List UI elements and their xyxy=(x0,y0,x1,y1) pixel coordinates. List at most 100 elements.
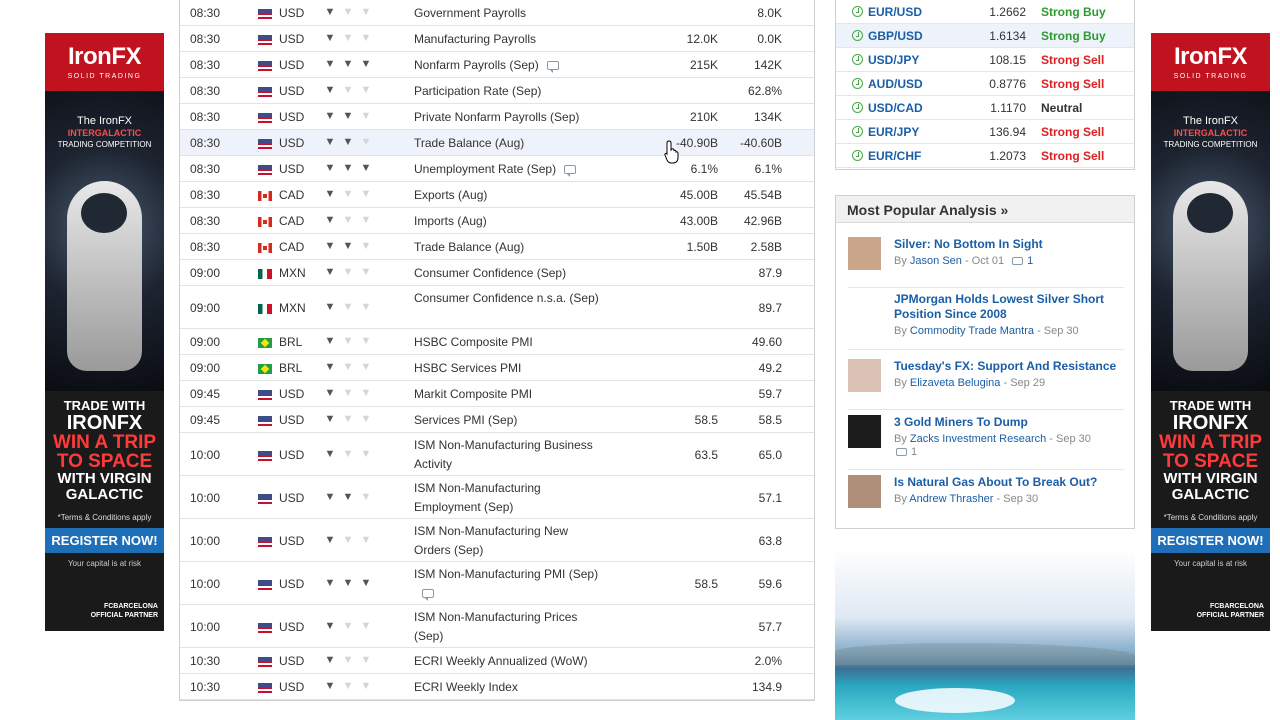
event-name[interactable]: Consumer Confidence n.s.a. (Sep) xyxy=(414,289,599,308)
calendar-row[interactable]: 08:30 USD ▼ ▼ ▼ Government Payrolls 8.0K xyxy=(180,0,814,26)
author-avatar[interactable] xyxy=(848,415,881,448)
calendar-row[interactable]: 08:30 USD ▼ ▼ ▼ Participation Rate (Sep) 62.8% xyxy=(180,78,814,104)
event-name[interactable]: Consumer Confidence (Sep) xyxy=(414,264,599,283)
event-name[interactable]: Trade Balance (Aug) xyxy=(414,238,599,257)
bull-icon: ▼ xyxy=(360,136,372,148)
calendar-row[interactable]: 10:00 USD ▼ ▼ ▼ ISM Non-Manufacturing Employm… xyxy=(180,476,814,519)
article-title-link[interactable]: JPMorgan Holds Lowest Silver Short Posit… xyxy=(894,292,1124,322)
article-title-link[interactable]: 3 Gold Miners To Dump xyxy=(894,415,1124,430)
article-author[interactable]: Jason Sen xyxy=(910,255,962,267)
event-name[interactable]: Trade Balance (Aug) xyxy=(414,134,599,153)
register-now-button[interactable]: REGISTER NOW! xyxy=(45,528,164,553)
article-author[interactable]: Commodity Trade Mantra xyxy=(910,325,1034,337)
article-title-link[interactable]: Tuesday's FX: Support And Resistance xyxy=(894,359,1124,374)
calendar-row[interactable]: 08:30 CAD ▼ ▼ ▼ Imports (Aug) 43.00B 42.96B xyxy=(180,208,814,234)
event-name[interactable]: ISM Non-Manufacturing Employment (Sep) xyxy=(414,479,599,517)
calendar-row[interactable]: 10:00 USD ▼ ▼ ▼ ISM Non-Manufacturing Busines… xyxy=(180,433,814,476)
author-avatar[interactable] xyxy=(848,237,881,270)
comment-icon[interactable] xyxy=(896,448,907,457)
comment-icon[interactable] xyxy=(1012,257,1024,266)
ironfx-ad-right[interactable]: IronFX SOLID TRADING The IronFX INTERGAL… xyxy=(1151,33,1270,631)
event-name[interactable]: ISM Non-Manufacturing PMI (Sep) xyxy=(414,565,599,603)
event-name[interactable]: Government Payrolls xyxy=(414,4,599,23)
signal-row[interactable]: EUR/USD 1.2662 Strong Buy xyxy=(836,0,1134,24)
author-avatar[interactable] xyxy=(848,359,881,392)
article-title-link[interactable]: Is Natural Gas About To Break Out? xyxy=(894,475,1124,490)
event-name-text: ISM Non-Manufacturing Employment (Sep) xyxy=(414,481,541,514)
calendar-row[interactable]: 08:30 USD ▼ ▼ ▼ Trade Balance (Aug) -40.90B -40… xyxy=(180,130,814,156)
signal-row[interactable]: USD/CAD 1.1170 Neutral xyxy=(836,96,1134,120)
calendar-row[interactable]: 09:00 BRL ▼ ▼ ▼ HSBC Composite PMI 49.60 xyxy=(180,329,814,355)
signal-row[interactable]: GBP/USD 1.6134 Strong Buy xyxy=(836,24,1134,48)
calendar-row[interactable]: 10:00 USD ▼ ▼ ▼ ISM Non-Manufacturing Prices … xyxy=(180,605,814,648)
event-time: 09:00 xyxy=(190,301,221,315)
comment-count[interactable]: 1 xyxy=(1027,255,1033,267)
calendar-row[interactable]: 09:00 BRL ▼ ▼ ▼ HSBC Services PMI 49.2 xyxy=(180,355,814,381)
currency-pair-link[interactable]: EUR/JPY xyxy=(868,125,919,139)
importance-rating: ▼ ▼ ▼ xyxy=(324,446,378,460)
currency-pair-link[interactable]: EUR/USD xyxy=(868,5,922,19)
calendar-row[interactable]: 10:30 USD ▼ ▼ ▼ ECRI Weekly Index 134.9 xyxy=(180,674,814,700)
bull-icon: ▼ xyxy=(342,240,354,252)
calendar-row[interactable]: 10:00 USD ▼ ▼ ▼ ISM Non-Manufacturing New Ord… xyxy=(180,519,814,562)
event-name[interactable]: ECRI Weekly Index xyxy=(414,678,599,697)
article-date: Sep 29 xyxy=(1010,377,1046,389)
event-name[interactable]: Unemployment Rate (Sep) xyxy=(414,160,599,179)
calendar-row[interactable]: 09:00 MXN ▼ ▼ ▼ Consumer Confidence (Sep) 87.9 xyxy=(180,260,814,286)
author-avatar[interactable] xyxy=(848,475,881,508)
event-name[interactable]: Services PMI (Sep) xyxy=(414,411,599,430)
event-name[interactable]: Imports (Aug) xyxy=(414,212,599,231)
calendar-row[interactable]: 08:30 CAD ▼ ▼ ▼ Trade Balance (Aug) 1.50B 2.58B xyxy=(180,234,814,260)
currency-pair-link[interactable]: AUD/USD xyxy=(868,77,923,91)
ironfx-ad-left[interactable]: IronFX SOLID TRADING The IronFX INTERGAL… xyxy=(45,33,164,631)
article-author[interactable]: Zacks Investment Research xyxy=(910,433,1046,445)
event-name[interactable]: Participation Rate (Sep) xyxy=(414,82,599,101)
calendar-row[interactable]: 08:30 USD ▼ ▼ ▼ Nonfarm Payrolls (Sep) 215K 142… xyxy=(180,52,814,78)
calendar-row[interactable]: 10:30 USD ▼ ▼ ▼ ECRI Weekly Annualized (WoW) 2… xyxy=(180,648,814,674)
signal-row[interactable]: EUR/JPY 136.94 Strong Sell xyxy=(836,120,1134,144)
event-name[interactable]: HSBC Composite PMI xyxy=(414,333,599,352)
signal-row[interactable]: AUD/USD 0.8776 Strong Sell xyxy=(836,72,1134,96)
event-name[interactable]: Private Nonfarm Payrolls (Sep) xyxy=(414,108,599,127)
calendar-row[interactable]: 08:30 USD ▼ ▼ ▼ Manufacturing Payrolls 12.0K 0.… xyxy=(180,26,814,52)
event-name[interactable]: ISM Non-Manufacturing New Orders (Sep) xyxy=(414,522,599,560)
event-name[interactable]: Markit Composite PMI xyxy=(414,385,599,404)
event-name[interactable]: Nonfarm Payrolls (Sep) xyxy=(414,56,599,75)
calendar-row[interactable]: 09:45 USD ▼ ▼ ▼ Services PMI (Sep) 58.5 58.5 xyxy=(180,407,814,433)
signal-row[interactable]: EUR/CHF 1.2073 Strong Sell xyxy=(836,144,1134,168)
event-name[interactable]: ECRI Weekly Annualized (WoW) xyxy=(414,652,599,671)
event-name[interactable]: HSBC Services PMI xyxy=(414,359,599,378)
event-name[interactable]: ISM Non-Manufacturing Prices (Sep) xyxy=(414,608,599,646)
article-author[interactable]: Elizaveta Belugina xyxy=(910,377,1001,389)
event-name[interactable]: Manufacturing Payrolls xyxy=(414,30,599,49)
most-popular-heading[interactable]: Most Popular Analysis » xyxy=(836,196,1134,223)
currency-pair-link[interactable]: USD/CAD xyxy=(868,101,923,115)
calendar-row[interactable]: 08:30 CAD ▼ ▼ ▼ Exports (Aug) 45.00B 45.54B xyxy=(180,182,814,208)
register-now-button[interactable]: REGISTER NOW! xyxy=(1151,528,1270,553)
article-author[interactable]: Andrew Thrasher xyxy=(909,493,993,505)
calendar-row[interactable]: 08:30 USD ▼ ▼ ▼ Private Nonfarm Payrolls (Sep… xyxy=(180,104,814,130)
currency-pair-link[interactable]: EUR/CHF xyxy=(868,149,921,163)
bull-icon: ▼ xyxy=(324,620,336,632)
comment-count[interactable]: 1 xyxy=(911,446,917,458)
pair-price: 1.2662 xyxy=(989,5,1026,19)
calendar-row[interactable]: 09:00 MXN ▼ ▼ ▼ Consumer Confidence n.s.a. (S… xyxy=(180,286,814,329)
event-previous: 0.0K xyxy=(757,32,782,46)
event-time: 08:30 xyxy=(190,188,221,202)
signal-row[interactable]: USD/JPY 108.15 Strong Sell xyxy=(836,48,1134,72)
calendar-row[interactable]: 08:30 USD ▼ ▼ ▼ Unemployment Rate (Sep) 6.1% 6.… xyxy=(180,156,814,182)
event-name[interactable]: ISM Non-Manufacturing Business Activity xyxy=(414,436,599,474)
comment-icon[interactable] xyxy=(564,165,577,178)
article-title-link[interactable]: Silver: No Bottom In Sight xyxy=(894,237,1124,252)
ad-with-line2: GALACTIC xyxy=(65,486,144,503)
author-avatar[interactable] xyxy=(848,292,881,325)
ad-risk-warning: Your capital is at risk xyxy=(67,559,142,568)
kitesurf-video-thumbnail[interactable] xyxy=(835,548,1135,720)
calendar-row[interactable]: 09:45 USD ▼ ▼ ▼ Markit Composite PMI 59.7 xyxy=(180,381,814,407)
calendar-row[interactable]: 10:00 USD ▼ ▼ ▼ ISM Non-Manufacturing PMI (Se… xyxy=(180,562,814,605)
currency-pair-link[interactable]: GBP/USD xyxy=(868,29,923,43)
event-name[interactable]: Exports (Aug) xyxy=(414,186,599,205)
comment-icon[interactable] xyxy=(422,589,434,602)
comment-icon[interactable] xyxy=(546,61,559,74)
currency-pair-link[interactable]: USD/JPY xyxy=(868,53,919,67)
